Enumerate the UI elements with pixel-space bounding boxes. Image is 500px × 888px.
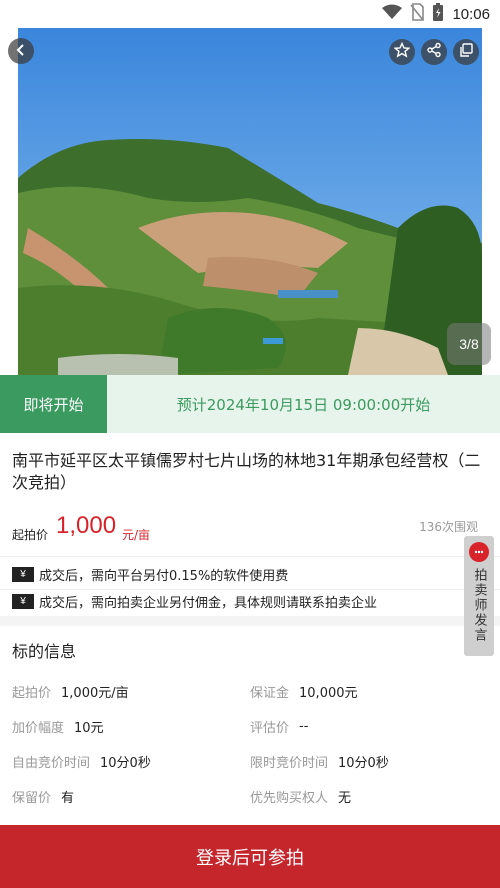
info-free-bid-time: 自由竞价时间 10分0秒 — [12, 756, 151, 771]
info-reserve-price: 保留价 有 — [12, 791, 75, 806]
favorite-button[interactable] — [389, 39, 415, 65]
fee-notice-text: 成交后，需向平台另付0.15%的软件使用费 — [39, 568, 289, 584]
price-unit: 元/亩 — [122, 528, 151, 542]
auction-status-banner: 即将开始 预计2024年10月15日 09:00:00开始 — [0, 375, 500, 433]
chat-bubble-icon — [469, 542, 489, 562]
divider — [0, 556, 500, 557]
listing-title: 南平市延平区太平镇儒罗村七片山场的林地31年期承包经营权（二次竞拍） — [12, 451, 481, 492]
hero-gallery[interactable]: 3/8 — [0, 28, 500, 375]
status-time: 10:06 — [452, 5, 490, 23]
auctioneer-speech-tab[interactable]: 拍卖师发言 — [464, 536, 494, 656]
view-count: 136次围观 — [419, 520, 478, 534]
price-value: 1,000 — [56, 512, 117, 539]
no-sim-icon — [410, 3, 425, 25]
status-bar: 10:06 — [0, 0, 500, 28]
battery-icon — [432, 3, 444, 25]
info-increment: 加价幅度 10元 — [12, 721, 104, 736]
start-time-text: 预计2024年10月15日 09:00:00开始 — [107, 375, 500, 433]
commission-notice-text: 成交后，需向拍卖企业另付佣金，具体规则请联系拍卖企业 — [39, 595, 378, 611]
copy-button[interactable] — [453, 39, 479, 65]
chevron-left-icon — [14, 42, 28, 61]
auctioneer-speech-label: 拍卖师发言 — [471, 568, 487, 643]
forest-land-photo — [18, 28, 482, 375]
info-limited-bid-time: 限时竞价时间 10分0秒 — [250, 756, 389, 771]
image-counter: 3/8 — [447, 323, 491, 365]
section-title: 标的信息 — [12, 642, 77, 661]
share-button[interactable] — [421, 39, 447, 65]
back-button[interactable] — [8, 38, 34, 64]
info-appraisal: 评估价 -- — [250, 719, 309, 736]
section-gap — [0, 616, 500, 626]
price-label: 起拍价 — [12, 528, 49, 542]
info-preemptive-buyer: 优先购买权人 无 — [250, 791, 352, 806]
commission-notice: ¥ 成交后，需向拍卖企业另付佣金，具体规则请联系拍卖企业 — [12, 590, 377, 612]
copy-icon — [458, 42, 474, 62]
star-icon — [393, 41, 411, 62]
info-start-price: 起拍价 1,000元/亩 — [12, 686, 129, 701]
share-icon — [426, 42, 442, 62]
fee-notice: ¥ 成交后，需向平台另付0.15%的软件使用费 — [12, 563, 288, 585]
yen-icon: ¥ — [12, 566, 34, 582]
info-deposit: 保证金 10,000元 — [250, 686, 358, 701]
login-to-bid-button[interactable]: 登录后可参拍 — [0, 825, 500, 888]
yen-icon: ¥ — [12, 593, 34, 609]
price-row: 起拍价 1,000 元/亩 136次围观 — [12, 512, 488, 548]
status-badge: 即将开始 — [0, 375, 107, 433]
wifi-icon — [382, 4, 403, 24]
